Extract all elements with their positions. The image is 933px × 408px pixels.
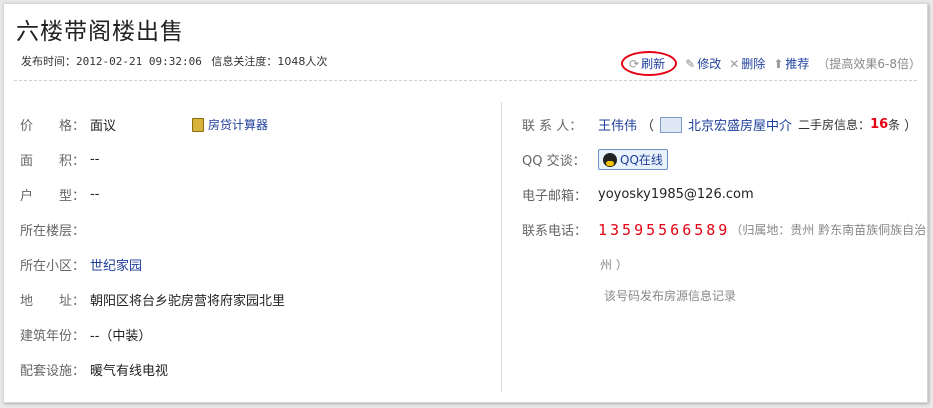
column-divider (501, 102, 502, 392)
page-title: 六楼带阁楼出售 (16, 19, 184, 45)
recommend-button[interactable]: ⬆ 推荐 (773, 55, 809, 72)
contact-row-email: 电子邮箱： yoyosky1985@126.com (522, 177, 927, 212)
detail-row-floor: 所在楼层： (20, 212, 490, 247)
attention-value: 1048人次 (277, 55, 328, 68)
listing-card: 六楼带阁楼出售 发布时间：2012-02-21 09:32:06 信息关注度：1… (3, 3, 928, 403)
floor-label: 所在楼层： (20, 224, 86, 239)
year-label: 建筑年份： (20, 329, 86, 344)
detail-row-price: 价 格： 面议 房贷计算器 (20, 107, 490, 142)
community-label: 所在小区： (20, 259, 86, 274)
refresh-label: 刷新 (641, 57, 666, 71)
divider (14, 80, 917, 81)
phone-record-link[interactable]: 该号码发布房源信息记录 (604, 287, 736, 304)
delete-button[interactable]: ✕ 删除 (729, 55, 765, 72)
contact-row-phone: 联系电话： 13595566589 （归属地：贵州 黔东南苗族侗族自治 (522, 212, 927, 247)
phone-location: （归属地：贵州 黔东南苗族侗族自治 (730, 223, 927, 237)
edit-button[interactable]: ✎ 修改 (685, 55, 721, 72)
detail-row-year: 建筑年份： --（中装） (20, 317, 490, 352)
phone-location-continued: 州 ） (522, 247, 927, 282)
loan-calculator-link[interactable]: 房贷计算器 (192, 116, 268, 133)
address-value: 朝阳区将台乡驼房营将府家园北里 (90, 294, 286, 309)
agency-link[interactable]: 北京宏盛房屋中介 (688, 115, 792, 134)
contact-person-label: 联 系 人： (522, 119, 583, 134)
contact-info: 联 系 人： 王伟伟 （ 北京宏盛房屋中介 二手房信息： 16 条 ） QQ 交… (522, 107, 927, 308)
contact-person-link[interactable]: 王伟伟 (598, 115, 637, 134)
address-label: 地 址： (20, 294, 86, 309)
close-icon: ✕ (729, 56, 740, 71)
refresh-button[interactable]: ⟳ 刷新 (621, 51, 678, 76)
refresh-icon: ⟳ (629, 56, 640, 71)
action-bar: ⟳ 刷新 ✎ 修改 ✕ 删除 ⬆ 推荐 （提高效果6-8倍） (621, 51, 921, 76)
year-value: --（中装） (90, 329, 152, 344)
qq-button-label: QQ在线 (620, 153, 663, 167)
loan-calculator-label: 房贷计算器 (208, 118, 269, 132)
layout-value: -- (90, 187, 100, 202)
detail-row-layout: 户 型： -- (20, 177, 490, 212)
detail-row-community: 所在小区： 世纪家园 (20, 247, 490, 282)
price-label: 价 格： (20, 119, 86, 134)
email-value: yoyosky1985@126.com (598, 187, 754, 202)
area-value: -- (90, 152, 100, 167)
agency-card-icon (660, 116, 683, 133)
paren-close: ） (904, 119, 918, 134)
recommend-hint: （提高效果6-8倍） (817, 57, 921, 71)
edit-label: 修改 (697, 57, 722, 71)
listing-meta: 发布时间：2012-02-21 09:32:06 信息关注度：1048人次 (21, 53, 327, 69)
property-details: 价 格： 面议 房贷计算器 面 积： -- 户 型： -- 所在楼层： 所在小区… (20, 107, 490, 387)
qq-label: QQ 交谈： (522, 154, 586, 169)
email-label: 电子邮箱： (522, 189, 588, 204)
attention-label: 信息关注度： (211, 55, 278, 68)
phone-label: 联系电话： (522, 224, 588, 239)
detail-row-facilities: 配套设施： 暖气有线电视 (20, 352, 490, 387)
price-value: 面议 (90, 119, 117, 134)
phone-location-2: 州 ） (600, 258, 628, 272)
listings-count[interactable]: 16 (870, 117, 888, 132)
facilities-value: 暖气有线电视 (90, 364, 169, 379)
record-row: 该号码发布房源信息记录 (522, 282, 927, 308)
publish-label: 发布时间： (21, 55, 76, 68)
paren-open: （ (641, 119, 655, 134)
contact-row-qq: QQ 交谈： QQ在线 (522, 142, 927, 177)
qq-online-button[interactable]: QQ在线 (598, 149, 668, 170)
qq-penguin-icon (603, 152, 617, 167)
community-link[interactable]: 世纪家园 (90, 255, 142, 274)
listings-label: 二手房信息： (798, 118, 871, 132)
calculator-icon (192, 117, 205, 132)
area-label: 面 积： (20, 154, 86, 169)
layout-label: 户 型： (20, 189, 86, 204)
publish-time: 2012-02-21 09:32:06 (76, 55, 202, 68)
contact-row-person: 联 系 人： 王伟伟 （ 北京宏盛房屋中介 二手房信息： 16 条 ） (522, 107, 927, 142)
facilities-label: 配套设施： (20, 364, 86, 379)
detail-row-address: 地 址： 朝阳区将台乡驼房营将府家园北里 (20, 282, 490, 317)
arrow-up-icon: ⬆ (773, 56, 784, 71)
listings-unit: 条 (888, 118, 901, 132)
delete-label: 删除 (741, 57, 766, 71)
wrench-icon: ✎ (685, 56, 696, 71)
phone-number: 13595566589 (598, 220, 731, 239)
recommend-label: 推荐 (785, 57, 810, 71)
detail-row-area: 面 积： -- (20, 142, 490, 177)
